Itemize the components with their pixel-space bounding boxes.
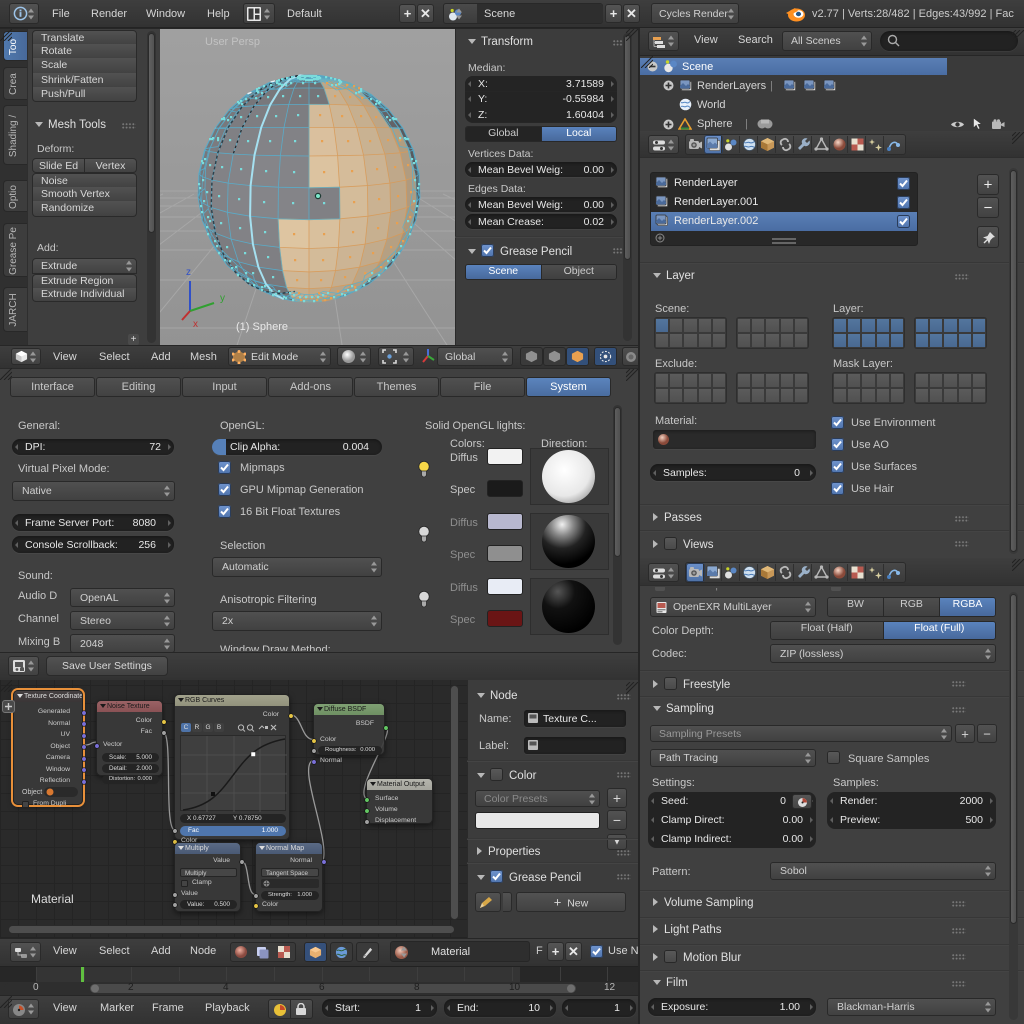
svg-text:x: x — [193, 319, 198, 330]
svg-text:y: y — [220, 293, 225, 304]
svg-text:z: z — [186, 267, 191, 278]
